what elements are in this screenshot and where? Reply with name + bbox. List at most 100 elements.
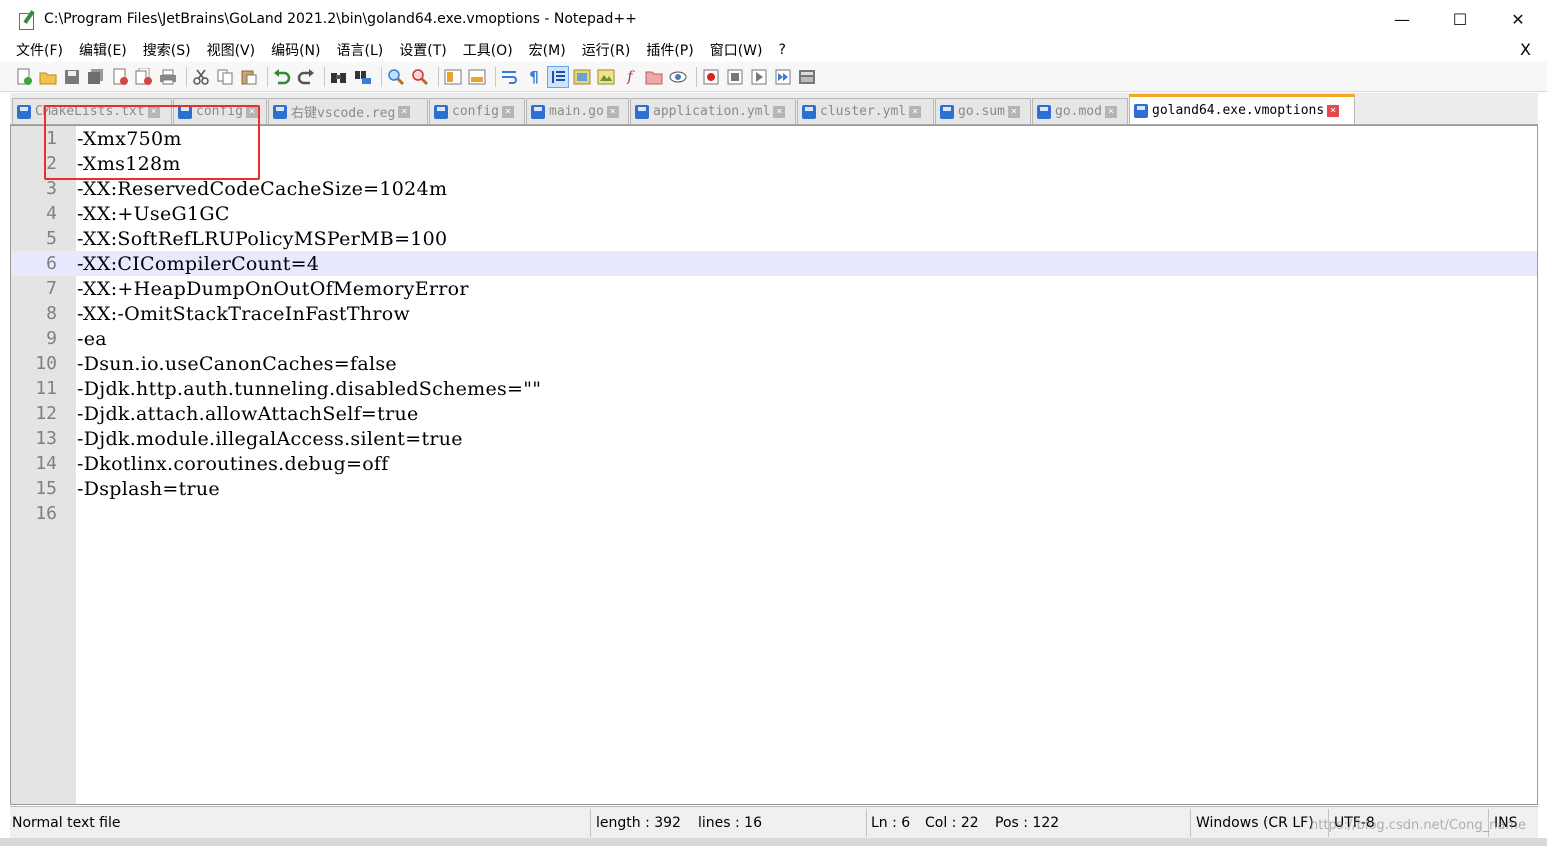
replace-icon[interactable] bbox=[353, 67, 373, 87]
user-lang-icon[interactable] bbox=[572, 67, 592, 87]
tab-go-sum[interactable]: go.sum × bbox=[935, 98, 1031, 124]
line-text: -Dkotlinx.coroutines.debug=off bbox=[77, 452, 389, 475]
editor-line[interactable]: 9 -ea bbox=[11, 326, 1537, 351]
monitor-icon[interactable] bbox=[668, 67, 688, 87]
line-number: 3 bbox=[46, 178, 57, 199]
line-text: -XX:ReservedCodeCacheSize=1024m bbox=[77, 177, 448, 200]
editor-line[interactable]: 7 -XX:+HeapDumpOnOutOfMemoryError bbox=[11, 276, 1537, 301]
menu-tools[interactable]: 工具(O) bbox=[463, 40, 513, 60]
save-macro-icon[interactable] bbox=[797, 67, 817, 87]
tab-application-yml[interactable]: application.yml × bbox=[630, 98, 796, 124]
editor-line[interactable]: 4 -XX:+UseG1GC bbox=[11, 201, 1537, 226]
close-icon[interactable] bbox=[110, 67, 130, 87]
paste-icon[interactable] bbox=[239, 67, 259, 87]
menu-encoding[interactable]: 编码(N) bbox=[271, 40, 320, 60]
menu-language[interactable]: 语言(L) bbox=[337, 40, 384, 60]
new-file-icon[interactable] bbox=[14, 67, 34, 87]
function-list-icon[interactable]: f bbox=[620, 67, 640, 87]
menu-window[interactable]: 窗口(W) bbox=[710, 40, 763, 60]
editor-line[interactable]: 13 -Djdk.module.illegalAccess.silent=true bbox=[11, 426, 1537, 451]
status-eol: Windows (CR LF) bbox=[1196, 815, 1314, 831]
toolbar-separator bbox=[186, 66, 187, 87]
tab-close-icon[interactable]: × bbox=[909, 105, 922, 118]
text-editor[interactable]: 1 -Xmx750m 2 -Xms128m 3 -XX:ReservedCodeCac… bbox=[10, 125, 1538, 805]
tab-cluster-yml[interactable]: cluster.yml × bbox=[797, 98, 934, 124]
line-number: 11 bbox=[35, 378, 57, 399]
stop-record-icon[interactable] bbox=[725, 67, 745, 87]
undo-icon[interactable] bbox=[272, 67, 292, 87]
menu-view[interactable]: 视图(V) bbox=[207, 40, 256, 60]
tab-close-icon[interactable]: × bbox=[1104, 105, 1117, 118]
line-number: 5 bbox=[46, 228, 57, 249]
menu-file[interactable]: 文件(F) bbox=[16, 40, 63, 60]
maximize-button[interactable]: ☐ bbox=[1431, 0, 1489, 38]
menu-edit[interactable]: 编辑(E) bbox=[79, 40, 127, 60]
close-all-icon[interactable] bbox=[134, 67, 154, 87]
tab-close-icon[interactable]: × bbox=[773, 105, 786, 118]
tab-config-2[interactable]: config × bbox=[429, 98, 525, 124]
tab-vscode-reg[interactable]: 右键vscode.reg × bbox=[268, 98, 428, 124]
tab-label: application.yml bbox=[653, 104, 771, 119]
notepadpp-icon bbox=[18, 10, 36, 30]
run-macro-multiple-icon[interactable] bbox=[773, 67, 793, 87]
folder-workspace-icon[interactable] bbox=[644, 67, 664, 87]
editor-line[interactable]: 11 -Djdk.http.auth.tunneling.disabledSche… bbox=[11, 376, 1537, 401]
toolbar-separator bbox=[324, 66, 325, 87]
menu-run[interactable]: 运行(R) bbox=[582, 40, 631, 60]
line-number: 15 bbox=[35, 478, 57, 499]
save-all-icon[interactable] bbox=[86, 67, 106, 87]
zoom-out-icon[interactable] bbox=[410, 67, 430, 87]
indent-guide-icon[interactable] bbox=[547, 65, 569, 88]
editor-line[interactable]: 10 -Dsun.io.useCanonCaches=false bbox=[11, 351, 1537, 376]
editor-line-current[interactable]: 6 -XX:CICompilerCount=4 bbox=[11, 251, 1537, 276]
menu-macro[interactable]: 宏(M) bbox=[529, 40, 566, 60]
menu-search[interactable]: 搜索(S) bbox=[143, 40, 191, 60]
minimize-button[interactable]: — bbox=[1373, 0, 1431, 38]
tab-close-icon[interactable]: × bbox=[1327, 104, 1340, 117]
cut-icon[interactable] bbox=[191, 67, 211, 87]
tab-label: main.go bbox=[549, 104, 604, 119]
editor-line[interactable]: 16 bbox=[11, 501, 1537, 526]
menu-settings[interactable]: 设置(T) bbox=[399, 40, 446, 60]
toolbar-separator bbox=[381, 66, 382, 87]
tab-close-icon[interactable]: × bbox=[606, 105, 619, 118]
sync-vertical-icon[interactable] bbox=[443, 67, 463, 87]
record-macro-icon[interactable] bbox=[701, 67, 721, 87]
status-lines: lines : 16 bbox=[698, 815, 762, 831]
save-icon[interactable] bbox=[62, 67, 82, 87]
copy-icon[interactable] bbox=[215, 67, 235, 87]
find-icon[interactable] bbox=[329, 67, 349, 87]
show-all-chars-icon[interactable]: ¶ bbox=[524, 67, 544, 87]
editor-line[interactable]: 5 -XX:SoftRefLRUPolicyMSPerMB=100 bbox=[11, 226, 1537, 251]
menu-help[interactable]: ? bbox=[779, 42, 786, 58]
play-macro-icon[interactable] bbox=[749, 67, 769, 87]
editor-line[interactable]: 12 -Djdk.attach.allowAttachSelf=true bbox=[11, 401, 1537, 426]
menu-bar: 文件(F) 编辑(E) 搜索(S) 视图(V) 编码(N) 语言(L) 设置(T… bbox=[0, 38, 1547, 62]
tab-close-icon[interactable]: × bbox=[1007, 105, 1020, 118]
menu-plugins[interactable]: 插件(P) bbox=[646, 40, 693, 60]
editor-line[interactable]: 14 -Dkotlinx.coroutines.debug=off bbox=[11, 451, 1537, 476]
line-text: -XX:-OmitStackTraceInFastThrow bbox=[77, 302, 411, 325]
zoom-in-icon[interactable] bbox=[386, 67, 406, 87]
line-number: 13 bbox=[35, 428, 57, 449]
close-document-button[interactable]: X bbox=[1520, 40, 1531, 59]
close-window-button[interactable]: ✕ bbox=[1489, 0, 1547, 38]
editor-line[interactable]: 15 -Dsplash=true bbox=[11, 476, 1537, 501]
status-bar: Normal text file length : 392 lines : 16… bbox=[10, 806, 1538, 838]
status-separator bbox=[590, 809, 591, 837]
status-ln: Ln : 6 bbox=[871, 815, 911, 831]
redo-icon[interactable] bbox=[296, 67, 316, 87]
line-number: 16 bbox=[35, 503, 57, 524]
word-wrap-icon[interactable] bbox=[500, 67, 520, 87]
tab-close-icon[interactable]: × bbox=[501, 105, 514, 118]
tab-go-mod[interactable]: go.mod × bbox=[1032, 98, 1128, 124]
tab-goland64-vmoptions[interactable]: goland64.exe.vmoptions × bbox=[1129, 94, 1355, 124]
tab-close-icon[interactable]: × bbox=[398, 105, 411, 118]
sync-horizontal-icon[interactable] bbox=[467, 67, 487, 87]
editor-line[interactable]: 8 -XX:-OmitStackTraceInFastThrow bbox=[11, 301, 1537, 326]
window-title: C:\Program Files\JetBrains\GoLand 2021.2… bbox=[44, 11, 637, 27]
tab-main-go[interactable]: main.go × bbox=[526, 98, 629, 124]
doc-map-icon[interactable] bbox=[596, 67, 616, 87]
open-file-icon[interactable] bbox=[38, 67, 58, 87]
print-icon[interactable] bbox=[158, 67, 178, 87]
